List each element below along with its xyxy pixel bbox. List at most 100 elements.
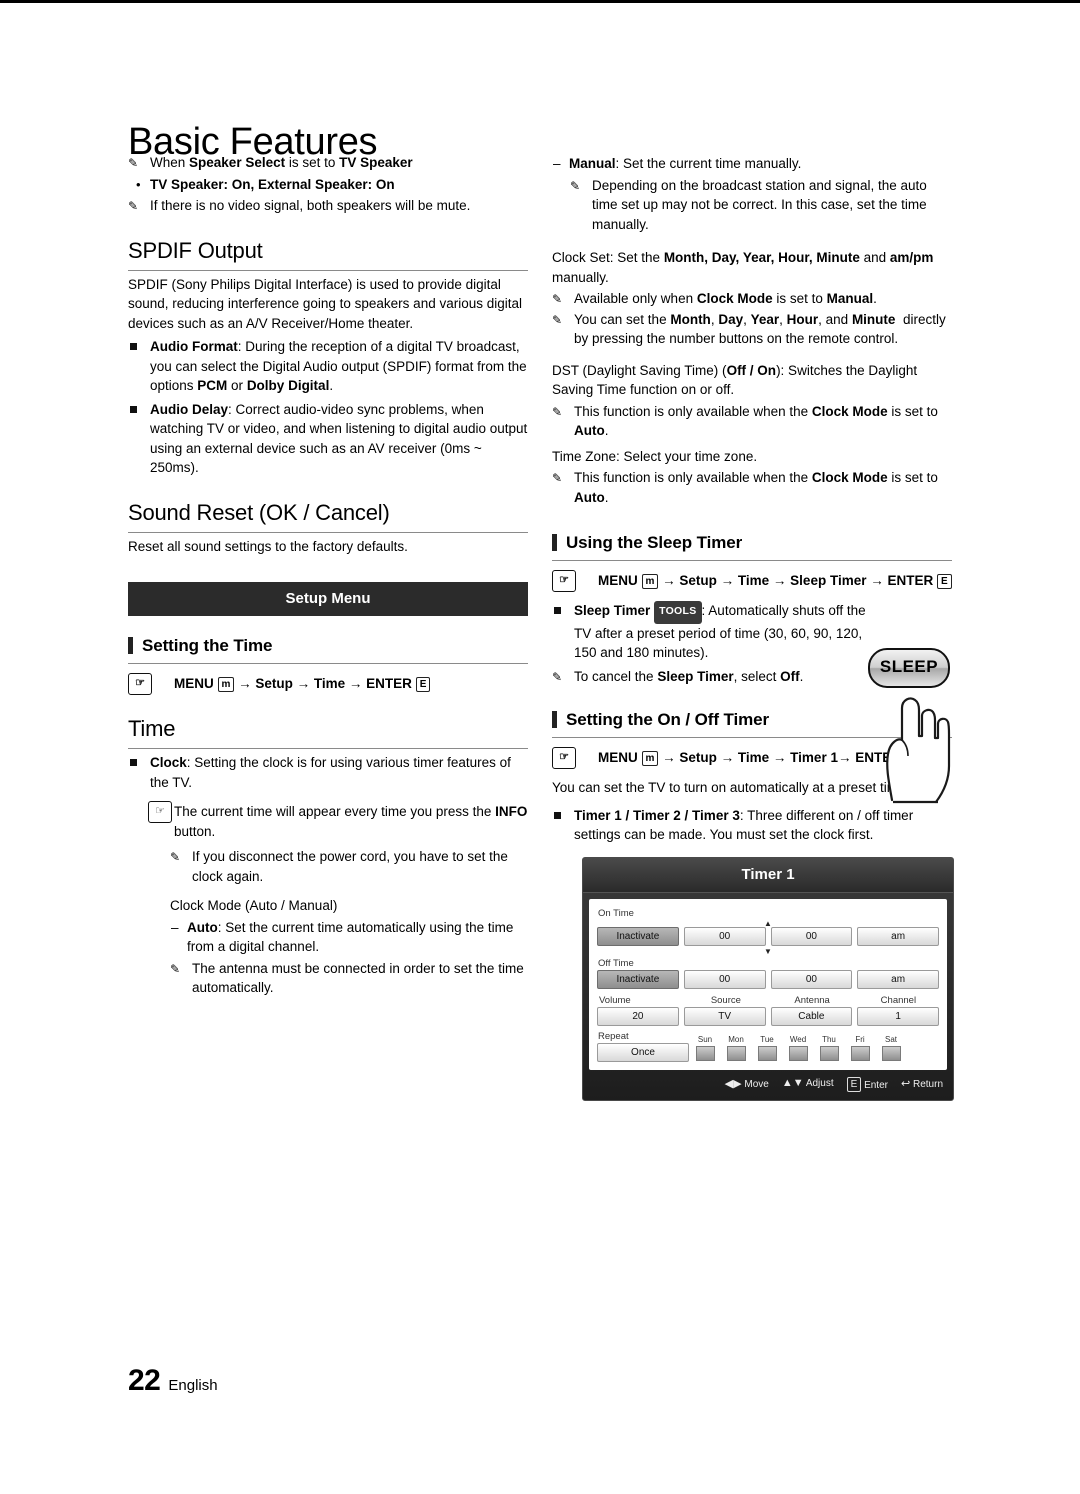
day-mon[interactable]: Mon <box>725 1035 747 1061</box>
on-time-ampm[interactable]: am <box>857 926 939 946</box>
osd-foot-adjust: ▲▼ Adjust <box>782 1077 834 1092</box>
osd-foot-move-label: Move <box>744 1078 769 1090</box>
hand-press-icon: ☞ <box>148 800 172 823</box>
value-channel[interactable]: 1 <box>857 1006 939 1026</box>
day-tue-checkbox[interactable] <box>757 1045 777 1061</box>
note-no-video-text: If there is no video signal, both speake… <box>150 198 471 213</box>
day-sat[interactable]: Sat <box>880 1035 902 1061</box>
osd-foot-return-label: Return <box>912 1078 943 1090</box>
note-timezone-clock-mode: ✎ This function is only available when t… <box>552 468 952 507</box>
dash-glyph: – <box>171 919 179 935</box>
day-wed-label: Wed <box>789 1034 807 1044</box>
clock-mode-label: Clock Mode (Auto / Manual) <box>170 898 338 913</box>
day-fri[interactable]: Fri <box>849 1035 871 1061</box>
dst-text: DST (Daylight Saving Time) (Off / On): S… <box>552 362 918 398</box>
off-time-hour[interactable]: 00 <box>683 969 766 989</box>
sound-reset-text: Reset all sound settings to the factory … <box>128 538 408 554</box>
square-bullet-glyph <box>130 343 137 350</box>
menu-path-sleep-timer: ☞ MENU m → Setup → Time → Sleep Timer → … <box>552 569 952 592</box>
day-wed[interactable]: Wed <box>787 1035 809 1061</box>
setup-menu-bar: Setup Menu <box>128 582 528 616</box>
off-time-activation[interactable]: Inactivate <box>597 969 679 989</box>
dash-auto: – Auto: Set the current time automatical… <box>170 918 528 957</box>
day-thu-checkbox[interactable] <box>819 1045 839 1061</box>
heading-spdif-output: SPDIF Output <box>128 238 528 271</box>
value-volume[interactable]: 20 <box>597 1006 679 1026</box>
menu-path-sleep-timer-text: MENU m → Setup → Time → Sleep Timer → EN… <box>598 573 952 589</box>
day-sat-checkbox[interactable] <box>881 1045 901 1061</box>
on-time-minute[interactable]: 00 <box>770 926 853 946</box>
on-time-activation[interactable]: Inactivate <box>597 926 679 946</box>
note-number-buttons-text: You can set the Month, Day, Year, Hour, … <box>574 311 946 347</box>
square-bullet-glyph <box>130 759 137 766</box>
time-zone-text: Time Zone: Select your time zone. <box>552 448 758 464</box>
day-sat-label: Sat <box>884 1034 897 1044</box>
square-bullet-glyph <box>554 811 561 819</box>
note-speaker-select: ✎ When Speaker Select is set to TV Speak… <box>128 153 528 173</box>
osd-foot-enter-label: Enter <box>864 1079 888 1091</box>
note-icon: ✎ <box>170 850 181 864</box>
osd-title: Timer 1 <box>583 857 953 893</box>
enter-icon: E <box>846 1076 862 1092</box>
repeat-days: Sun Mon Tue Wed Thu Fri Sat <box>694 1035 902 1062</box>
page-number: 22 <box>128 1364 161 1397</box>
day-tue-label: Tue <box>760 1034 774 1044</box>
day-sun[interactable]: Sun <box>694 1035 716 1061</box>
note-icon: ✎ <box>170 961 181 976</box>
heading-using-sleep-timer: Using the Sleep Timer <box>552 533 952 561</box>
dash-manual-text: Manual: Set the current time manually. <box>569 156 802 171</box>
page-footer: 22 English <box>128 1364 218 1398</box>
bullet-sleep-timer: Sleep Timer TOOLS: Automatically shuts o… <box>552 601 874 663</box>
value-source[interactable]: TV <box>683 1006 766 1026</box>
heading-setting-the-time: Setting the Time <box>128 636 528 664</box>
day-wed-checkbox[interactable] <box>788 1045 808 1061</box>
adjust-icon: ▲▼ <box>781 1076 804 1089</box>
left-column: ✎ When Speaker Select is set to TV Speak… <box>128 152 528 999</box>
bullet-audio-delay: Audio Delay: Correct audio-video sync pr… <box>128 400 528 478</box>
day-mon-checkbox[interactable] <box>726 1045 746 1061</box>
day-tue[interactable]: Tue <box>756 1035 778 1061</box>
heading-sound-reset: Sound Reset (OK / Cancel) <box>128 500 528 533</box>
header-source: Source <box>710 994 741 1006</box>
repeat-left: Repeat Once <box>597 1028 689 1062</box>
arrow-down-icon: ▼ <box>764 946 772 956</box>
day-fri-checkbox[interactable] <box>850 1045 870 1061</box>
bullet-audio-format-text: Audio Format: During the reception of a … <box>150 339 527 393</box>
hand-press-icon: ☞ <box>552 746 576 769</box>
note-icon: ✎ <box>128 199 139 213</box>
note-power-cord-text: If you disconnect the power cord, you ha… <box>192 849 508 884</box>
spdif-intro: SPDIF (Sony Philips Digital Interface) i… <box>128 276 522 331</box>
on-time-hour[interactable]: 00 <box>683 926 766 946</box>
repeat-value[interactable]: Once <box>597 1042 689 1062</box>
note-no-video: ✎ If there is no video signal, both spea… <box>128 196 528 216</box>
repeat-row: Repeat Once Sun Mon Tue Wed Thu Fri Sat <box>597 1028 939 1062</box>
day-mon-label: Mon <box>728 1034 744 1044</box>
day-sun-checkbox[interactable] <box>695 1045 715 1061</box>
osd-foot-return: ↩ Return <box>901 1077 943 1092</box>
note-icon: ✎ <box>552 669 563 684</box>
on-time-label: On Time <box>598 907 634 919</box>
note-info-button-text: The current time will appear every time … <box>174 804 528 839</box>
header-channel: Channel <box>880 994 917 1006</box>
value-antenna[interactable]: Cable <box>770 1006 853 1026</box>
hand-press-icon: ☞ <box>552 569 576 592</box>
manual-page: Basic Features ✎ When Speaker Select is … <box>0 0 1080 1494</box>
menu-path-setting-time: ☞ MENU m → Setup → Time → ENTER E <box>128 673 528 695</box>
osd-foot-enter: E Enter <box>846 1076 888 1092</box>
off-time-row: Inactivate 00 00 am <box>597 969 939 989</box>
off-time-ampm[interactable]: am <box>857 969 939 989</box>
note-number-buttons: ✎ You can set the Month, Day, Year, Hour… <box>552 310 952 349</box>
off-time-minute[interactable]: 00 <box>770 969 853 989</box>
note-icon: ✎ <box>552 404 563 419</box>
note-cancel-sleep-timer: ✎ To cancel the Sleep Timer, select Off. <box>552 667 874 687</box>
day-thu[interactable]: Thu <box>818 1035 840 1061</box>
sleep-remote-graphic: SLEEP <box>862 648 958 818</box>
day-fri-label: Fri <box>855 1034 865 1044</box>
note-antenna: ✎ The antenna must be connected in order… <box>170 959 528 998</box>
note-dst-clock-mode-text: This function is only available when the… <box>574 403 938 439</box>
on-time-row: Inactivate 00 00 am <box>597 926 939 946</box>
heading-time: Time <box>128 716 528 749</box>
dot-glyph: • <box>136 176 141 192</box>
note-dst-clock-mode: ✎ This function is only available when t… <box>552 402 952 441</box>
bullet-clock-text: Clock: Setting the clock is for using va… <box>150 755 511 790</box>
